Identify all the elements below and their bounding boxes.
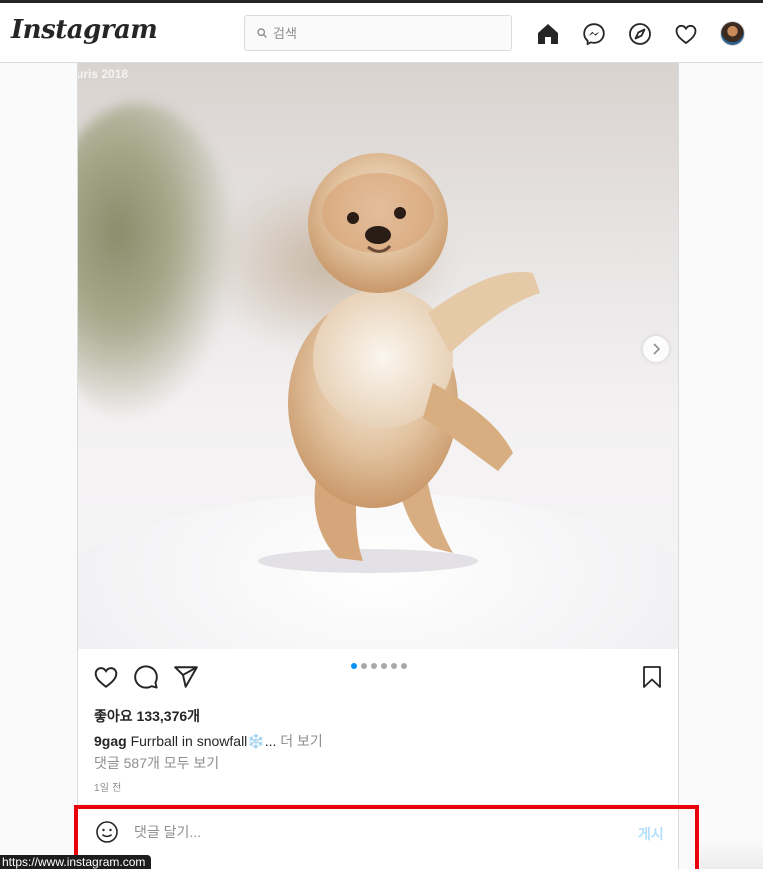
carousel-dot xyxy=(371,663,377,669)
search-box[interactable] xyxy=(244,15,512,51)
home-icon[interactable] xyxy=(535,21,561,47)
comment-input[interactable] xyxy=(134,822,614,842)
comment-bubble-icon xyxy=(134,665,158,689)
top-navigation: Instagram xyxy=(0,3,763,63)
heart-icon xyxy=(94,667,118,688)
view-all-comments-link[interactable]: 댓글 587개 모두 보기 xyxy=(94,753,219,773)
carousel-dot xyxy=(391,663,397,669)
post-timestamp[interactable]: 1일 전 xyxy=(94,779,122,794)
comment-form: 게시 xyxy=(78,804,678,859)
carousel-dot xyxy=(401,663,407,669)
bookmark-icon xyxy=(643,666,661,688)
post-caption: 9gag Furrball in snowfall❄️... 더 보기 xyxy=(94,731,323,751)
carousel-dot xyxy=(381,663,387,669)
like-count[interactable]: 좋아요 133,376개 xyxy=(94,706,200,726)
emoji-button[interactable] xyxy=(94,819,120,845)
profile-avatar[interactable] xyxy=(720,21,745,46)
feed-post: uris 2018 좋아요 133,376개 9gag Furrball in … xyxy=(77,63,679,869)
caption-more-link[interactable]: 더 보기 xyxy=(280,733,323,749)
search-input[interactable] xyxy=(273,25,493,41)
chevron-right-icon xyxy=(653,343,661,355)
explore-icon[interactable] xyxy=(627,21,653,47)
carousel-next-button[interactable] xyxy=(643,336,669,362)
status-url-tooltip: https://www.instagram.com xyxy=(0,855,152,869)
instagram-logo[interactable]: Instagram xyxy=(11,15,158,45)
post-actions xyxy=(78,649,678,705)
messenger-icon[interactable] xyxy=(581,21,607,47)
like-button[interactable] xyxy=(92,663,120,691)
carousel-dot xyxy=(351,663,357,669)
share-button[interactable] xyxy=(172,663,200,691)
post-comment-button[interactable]: 게시 xyxy=(638,824,664,844)
carousel-indicator xyxy=(351,663,407,669)
search-icon xyxy=(257,28,267,38)
photo-watermark: uris 2018 xyxy=(78,67,129,81)
paper-plane-icon xyxy=(174,666,198,688)
caption-username[interactable]: 9gag xyxy=(94,733,127,749)
activity-heart-icon[interactable] xyxy=(673,21,699,47)
post-photo[interactable]: uris 2018 xyxy=(78,63,678,649)
save-button[interactable] xyxy=(638,663,666,691)
pomeranian-dog-image xyxy=(258,153,540,573)
caption-text: Furrball in snowfall❄️... xyxy=(130,733,277,749)
carousel-dot xyxy=(361,663,367,669)
comment-button[interactable] xyxy=(132,663,160,691)
smiley-icon xyxy=(96,821,118,843)
bottom-shade xyxy=(700,840,763,869)
